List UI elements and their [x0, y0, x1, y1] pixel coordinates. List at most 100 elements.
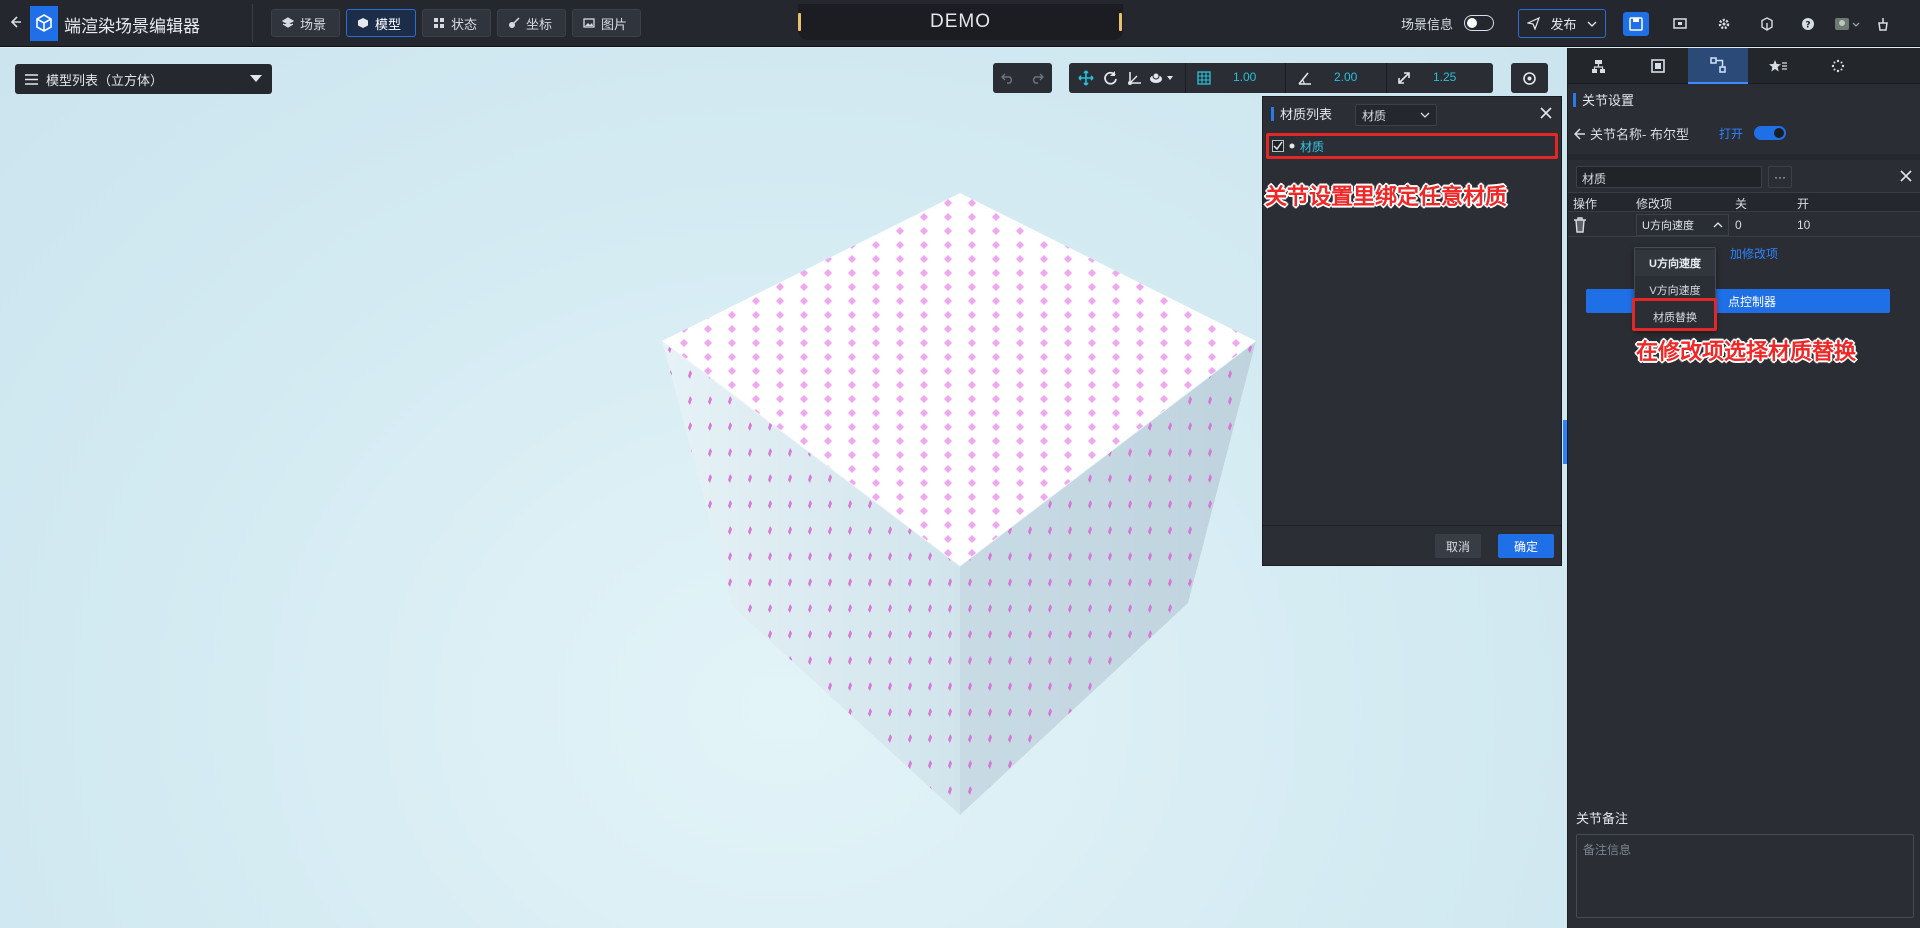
send-icon — [1527, 17, 1540, 30]
3d-viewport[interactable]: 模型列表（立方体） 1.00 2.00 1.25 材质列表 材质 材质 关节设置… — [0, 48, 1567, 928]
properties-panel: 关节设置 关节名称- 布尔型 打开 材质 ··· 操作 修改项 关 开 U方向速… — [1567, 48, 1920, 928]
highlight-box — [1632, 298, 1717, 331]
header-off: 关 — [1735, 197, 1748, 211]
caret-down-icon — [250, 75, 262, 82]
app-title: 端渲染场景编辑器 — [64, 17, 200, 36]
open-label: 打开 — [1719, 127, 1744, 141]
undo-icon[interactable] — [1000, 72, 1015, 84]
save-icon[interactable] — [1623, 12, 1649, 36]
star-list-icon — [1769, 60, 1787, 72]
joint-settings-header: 关节设置 — [1573, 90, 1634, 109]
grid-icon — [434, 18, 444, 28]
table-row: U方向速度 0 10 — [1568, 213, 1920, 237]
scene-info-toggle[interactable] — [1464, 15, 1494, 31]
dropdown-option-u-speed[interactable]: U方向速度 — [1635, 250, 1715, 276]
marker-right — [1119, 13, 1122, 31]
tab-scene[interactable]: 场景 — [271, 9, 340, 37]
header-op: 操作 — [1573, 197, 1598, 211]
joint-settings-title: 关节设置 — [1582, 93, 1635, 108]
tab-state[interactable]: 状态 — [422, 9, 491, 37]
close-icon[interactable] — [1536, 103, 1556, 123]
panel-tabs — [1568, 48, 1920, 84]
close-icon[interactable] — [1896, 166, 1916, 186]
material-list-item[interactable]: 材质 — [1266, 133, 1558, 159]
joint-icon — [1710, 57, 1726, 73]
avatar[interactable] — [1831, 12, 1865, 36]
scene-info-label: 场景信息 — [1401, 17, 1454, 32]
add-controller-label: 点控制器 — [1727, 294, 1776, 309]
broom-icon[interactable] — [1870, 12, 1896, 36]
back-arrow-icon[interactable] — [4, 10, 28, 34]
redo-icon[interactable] — [1030, 72, 1045, 84]
help-icon[interactable]: ? — [1795, 12, 1821, 36]
material-panel-title: 材质列表 — [1280, 107, 1333, 122]
divider — [1568, 154, 1920, 160]
gear-icon[interactable] — [1711, 12, 1737, 36]
material-filter-value: 材质 — [1362, 108, 1387, 123]
scale-snap-icon[interactable] — [1393, 66, 1415, 90]
angle-snap-value[interactable]: 2.00 — [1334, 70, 1357, 84]
tab-hierarchy[interactable] — [1568, 48, 1628, 84]
tab-image[interactable]: 图片 — [572, 9, 641, 37]
material-icon — [1651, 59, 1665, 73]
tab-material[interactable] — [1628, 48, 1688, 84]
joint-name: 关节名称- 布尔型 — [1590, 127, 1689, 142]
undo-redo-group — [993, 63, 1052, 93]
cancel-button[interactable]: 取消 — [1435, 534, 1481, 558]
reset-view-icon[interactable] — [1511, 63, 1548, 93]
tab-effects[interactable] — [1808, 48, 1868, 84]
marker-left — [798, 13, 801, 31]
dot-icon — [1289, 143, 1295, 149]
off-value[interactable]: 0 — [1735, 218, 1742, 232]
svg-text:?: ? — [1805, 21, 1810, 31]
joint-notes-textarea[interactable]: 备注信息 — [1576, 834, 1914, 918]
open-toggle[interactable] — [1754, 126, 1786, 140]
grid-snap-icon[interactable] — [1193, 66, 1215, 90]
transform-toolbar: 1.00 2.00 1.25 — [1069, 63, 1493, 93]
material-checkbox[interactable] — [1272, 140, 1284, 152]
top-bar: 端渲染场景编辑器 场景 模型 状态 坐标 图片 DEMO 场景信息 发布 ? — [0, 0, 1920, 47]
tab-state-label: 状态 — [451, 16, 478, 32]
material-item-label: 材质 — [1300, 139, 1325, 154]
trash-icon[interactable] — [1573, 217, 1587, 233]
back-arrow-icon[interactable] — [1574, 127, 1586, 140]
modifier-table-header: 操作 修改项 关 开 — [1568, 192, 1920, 212]
rotate-icon[interactable] — [1099, 66, 1121, 90]
more-button[interactable]: ··· — [1768, 166, 1792, 188]
header-mod: 修改项 — [1636, 197, 1673, 211]
tab-joint[interactable] — [1688, 48, 1748, 84]
modifier-select-value: U方向速度 — [1642, 220, 1694, 232]
publish-button[interactable]: 发布 — [1518, 9, 1606, 38]
modifier-select[interactable]: U方向速度 — [1636, 214, 1729, 236]
grid-snap-value[interactable]: 1.00 — [1233, 70, 1256, 84]
confirm-button[interactable]: 确定 — [1498, 534, 1554, 558]
model-list-label: 模型列表（立方体） — [46, 72, 164, 88]
preview-icon[interactable] — [1667, 12, 1693, 36]
image-icon — [583, 18, 595, 28]
tab-coord-label: 坐标 — [526, 16, 553, 32]
scale-snap-value[interactable]: 1.25 — [1433, 70, 1456, 84]
tab-favorites[interactable] — [1748, 48, 1808, 84]
cube-icon — [358, 18, 368, 28]
move-icon[interactable] — [1075, 66, 1097, 90]
annotation-bind-material: 关节设置里绑定任意材质 — [1265, 184, 1508, 209]
material-panel-header: 材质列表 — [1271, 104, 1332, 123]
camera-mode-icon[interactable] — [1147, 66, 1177, 90]
chevron-down-icon — [1587, 21, 1597, 27]
tab-model[interactable]: 模型 — [346, 9, 416, 37]
chevron-down-icon — [1420, 112, 1430, 118]
particles-icon — [1831, 59, 1845, 73]
tab-coord[interactable]: 坐标 — [497, 9, 566, 37]
app-logo-icon — [30, 6, 58, 41]
material-field[interactable]: 材质 — [1576, 166, 1762, 188]
on-value[interactable]: 10 — [1797, 218, 1810, 232]
header-on: 开 — [1797, 197, 1810, 211]
material-filter-select[interactable]: 材质 — [1355, 104, 1437, 126]
scale-axis-icon[interactable] — [1123, 66, 1145, 90]
add-modifier-link[interactable]: 加修改项 — [1730, 245, 1778, 262]
publish-label: 发布 — [1550, 17, 1577, 32]
box-icon[interactable] — [1754, 12, 1780, 36]
tab-image-label: 图片 — [601, 16, 628, 32]
angle-snap-icon[interactable] — [1293, 66, 1315, 90]
model-list-dropdown[interactable]: 模型列表（立方体） — [15, 64, 272, 94]
